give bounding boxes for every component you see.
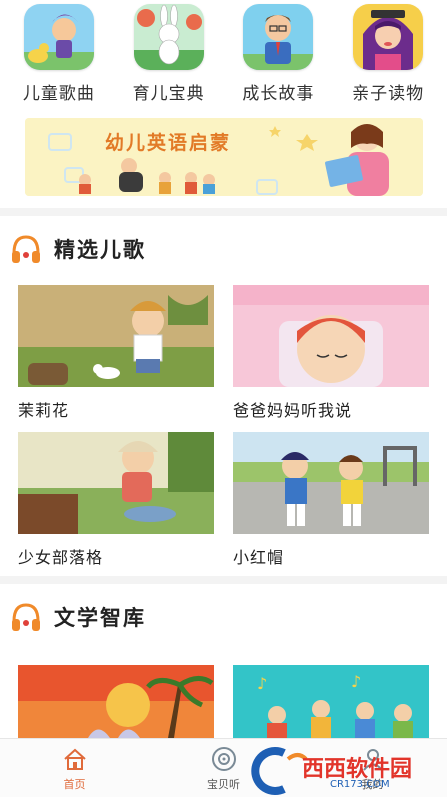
section-header-songs: 精选儿歌 (10, 232, 146, 266)
watermark-site: CR173.COM (330, 779, 390, 790)
tab-label: 首页 (63, 778, 86, 791)
song-thumbnail (18, 432, 214, 534)
category-label: 亲子读物 (352, 84, 425, 104)
song-title: 爸爸妈妈听我说 (233, 401, 353, 420)
song-thumbnail (233, 432, 429, 534)
song-card[interactable]: 爸爸妈妈听我说 (233, 285, 429, 421)
svg-text:♪: ♪ (351, 672, 361, 691)
teacher-icon (243, 4, 314, 70)
kid-singer-icon (23, 4, 94, 70)
literature-thumbnail (18, 665, 214, 738)
headphone-icon (12, 603, 40, 631)
song-title: 茉莉花 (18, 401, 70, 420)
section-header-literature: 文学智库 (10, 600, 146, 634)
category-label: 成长故事 (242, 84, 315, 104)
song-card[interactable]: 茉莉花 (18, 285, 214, 421)
category-parenting[interactable]: 育儿宝典 (119, 0, 219, 110)
home-icon (63, 748, 86, 770)
section-title-text: 精选儿歌 (54, 238, 146, 262)
site-watermark: 西西软件园 CR173.COM (250, 745, 447, 797)
literature-card[interactable]: ♪ ♪ (233, 665, 429, 738)
section-title-text: 文学智库 (54, 606, 146, 630)
song-card[interactable]: 少女部落格 (18, 432, 214, 568)
tab-home[interactable]: 首页 (0, 739, 149, 797)
english-banner[interactable]: 幼儿英语启蒙 (25, 118, 423, 196)
headphone-icon (12, 235, 40, 263)
song-card[interactable]: 小红帽 (233, 432, 429, 568)
category-reading[interactable]: 亲子读物 (338, 0, 438, 110)
section-divider (0, 208, 447, 216)
girl-reader-icon (353, 4, 424, 70)
category-row: 儿童歌曲 育儿宝典 成长故事 亲子读物 (0, 0, 447, 110)
banner-title: 幼儿英语启蒙 (105, 132, 232, 154)
svg-text:♪: ♪ (257, 674, 267, 693)
listen-icon (211, 747, 236, 771)
category-label: 儿童歌曲 (22, 84, 95, 104)
song-thumbnail (233, 285, 429, 387)
bunny-icon (133, 4, 204, 70)
literature-thumbnail: ♪ ♪ (233, 665, 429, 738)
section-divider (0, 576, 447, 584)
song-title: 少女部落格 (18, 548, 104, 567)
song-title: 小红帽 (233, 548, 285, 567)
tab-label: 宝贝听 (207, 778, 240, 791)
category-stories[interactable]: 成长故事 (228, 0, 328, 110)
literature-card[interactable] (18, 665, 214, 738)
song-thumbnail (18, 285, 214, 387)
category-label: 育儿宝典 (132, 84, 205, 104)
category-kids-songs[interactable]: 儿童歌曲 (9, 0, 109, 110)
